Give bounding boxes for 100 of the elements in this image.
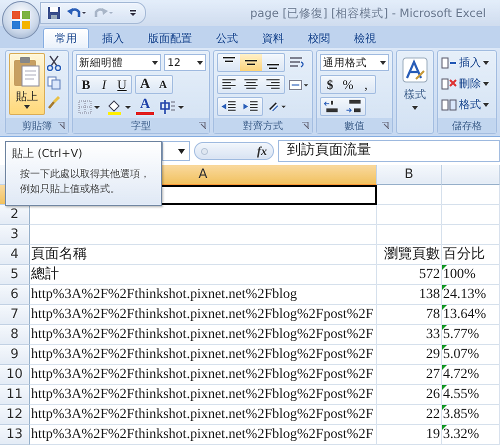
brush-icon[interactable] (47, 95, 61, 109)
caret-icon (152, 60, 158, 64)
row-header[interactable]: 13 (0, 425, 30, 445)
table-cell: 19 (377, 425, 442, 445)
table-cell: 29 (377, 345, 442, 365)
undo-icon[interactable] (67, 6, 87, 20)
dialog-launcher-icon[interactable] (382, 122, 389, 129)
row-header[interactable]: 4 (0, 245, 30, 265)
align-middle-icon (245, 60, 257, 65)
table-cell: 78 (377, 305, 442, 325)
paste-button[interactable]: 貼上 (9, 53, 45, 115)
table-cell: 5.07% (442, 345, 500, 365)
table-cell (442, 205, 500, 225)
dialog-launcher-icon[interactable] (199, 122, 206, 129)
table-cell: 33 (377, 325, 442, 345)
ribbon-tab[interactable]: 常用 (43, 28, 89, 48)
formula-field[interactable]: 到訪頁面流量 (278, 140, 500, 162)
table-cell: 22 (377, 405, 442, 425)
number-format-field[interactable]: 通用格式 (320, 54, 389, 71)
table-cell: 24.13% (442, 285, 500, 305)
row-header[interactable]: 12 (0, 405, 30, 425)
row-header[interactable]: 7 (0, 305, 30, 325)
save-icon[interactable] (47, 6, 61, 20)
cells-command-button[interactable]: 插入 (441, 53, 493, 72)
table-cell: http%3A%2F%2Fthinkshot.pixnet.net%2Fblog%2Fpost%2F (30, 305, 377, 325)
wrap-text-icon[interactable] (288, 54, 306, 70)
italic-button[interactable]: I (95, 76, 113, 93)
cells-command-button[interactable]: 格式 (441, 95, 493, 114)
group-label: 字型 (131, 120, 151, 132)
table-cell: 4.55% (442, 385, 500, 405)
currency-button[interactable]: $ (321, 76, 339, 93)
table-cell: http%3A%2F%2Fthinkshot.pixnet.net%2Fblog%2Fpost%2F (30, 425, 377, 445)
phonetic-icon[interactable] (157, 98, 185, 116)
bold-button[interactable]: B (77, 76, 95, 93)
table-cell: http%3A%2F%2Fthinkshot.pixnet.net%2Fblog%2Fpost%2F (30, 385, 377, 405)
fill-color-icon[interactable] (105, 98, 133, 116)
table-cell: 100% (442, 265, 500, 285)
name-box[interactable] (162, 141, 190, 161)
table-cell (377, 205, 442, 225)
format-cells-icon (441, 98, 457, 112)
insert-cells-icon (441, 56, 457, 70)
insert-function-button[interactable]: fx (257, 144, 267, 158)
font-size-field[interactable]: 12 (164, 54, 206, 71)
styles-icon (402, 57, 428, 83)
caret-icon (24, 105, 30, 109)
table-cell: 26 (377, 385, 442, 405)
table-cell (377, 185, 442, 205)
align-top-icon (223, 57, 235, 62)
caret-icon (380, 60, 386, 64)
row-header[interactable]: 6 (0, 285, 30, 305)
row-header[interactable]: 11 (0, 385, 30, 405)
dropdown-arrow-icon[interactable] (178, 148, 185, 154)
table-cell: 572 (377, 265, 442, 285)
group-label: 對齊方式 (243, 120, 283, 132)
office-logo-icon (11, 10, 31, 30)
row-header[interactable]: 5 (0, 265, 30, 285)
row-header[interactable]: 10 (0, 365, 30, 385)
grow-font-button[interactable]: A (136, 76, 154, 93)
customize-caret-icon[interactable] (129, 9, 137, 17)
ribbon-tab[interactable]: 檢視 (343, 29, 387, 48)
ribbon-tab[interactable]: 資料 (251, 29, 295, 48)
table-cell: 27 (377, 365, 442, 385)
underline-button[interactable]: U (113, 76, 131, 93)
table-cell: http%3A%2F%2Fthinkshot.pixnet.net%2Fblog%2Fpost%2F (30, 365, 377, 385)
caret-icon (412, 106, 418, 110)
group-label: 數值 (344, 120, 364, 132)
caret-icon (483, 102, 489, 106)
ribbon-tab[interactable]: 公式 (205, 29, 249, 48)
ribbon-tab[interactable]: 版面配置 (137, 29, 203, 48)
clipboard-icon (12, 56, 42, 88)
ribbon-tab[interactable]: 插入 (91, 29, 135, 48)
table-cell: http%3A%2F%2Fthinkshot.pixnet.net%2Fblog%2Fpost%2F (30, 405, 377, 425)
comma-button[interactable]: , (357, 76, 375, 93)
ribbon-tab[interactable]: 校閱 (297, 29, 341, 48)
caret-icon (483, 60, 489, 64)
cells-command-button[interactable]: 刪除 (441, 74, 493, 93)
table-cell: 總計 (30, 265, 377, 285)
caret-icon (197, 60, 203, 64)
font-color-button[interactable]: A (136, 98, 154, 115)
table-cell: http%3A%2F%2Fthinkshot.pixnet.net%2Fblog%2Fpost%2F (30, 345, 377, 365)
row-header[interactable]: 2 (0, 205, 30, 225)
table-cell: 4.72% (442, 365, 500, 385)
window-title: page [已修復] [相容模式] - Microsoft Excel (250, 6, 486, 20)
vertical-align-button[interactable] (240, 54, 262, 71)
row-header[interactable]: 8 (0, 325, 30, 345)
row-header[interactable]: 9 (0, 345, 30, 365)
percent-button[interactable]: % (339, 76, 357, 93)
shrink-font-button[interactable]: A (154, 76, 172, 93)
align-bottom-icon (267, 64, 279, 69)
dialog-launcher-icon[interactable] (302, 122, 309, 129)
group-label: 剪貼簿 (22, 120, 52, 132)
copy-icon[interactable] (47, 76, 61, 90)
table-cell: http%3A%2F%2Fthinkshot.pixnet.net%2Fblog%2Fpost%2F (30, 325, 377, 345)
table-cell: 5.77% (442, 325, 500, 345)
dialog-launcher-icon[interactable] (58, 122, 65, 129)
scissors-icon[interactable] (47, 55, 61, 71)
row-header[interactable]: 3 (0, 225, 30, 245)
font-name-field[interactable]: 新細明體 (76, 54, 162, 71)
group-label: 儲存格 (452, 120, 482, 132)
column-header[interactable]: B (377, 165, 442, 185)
